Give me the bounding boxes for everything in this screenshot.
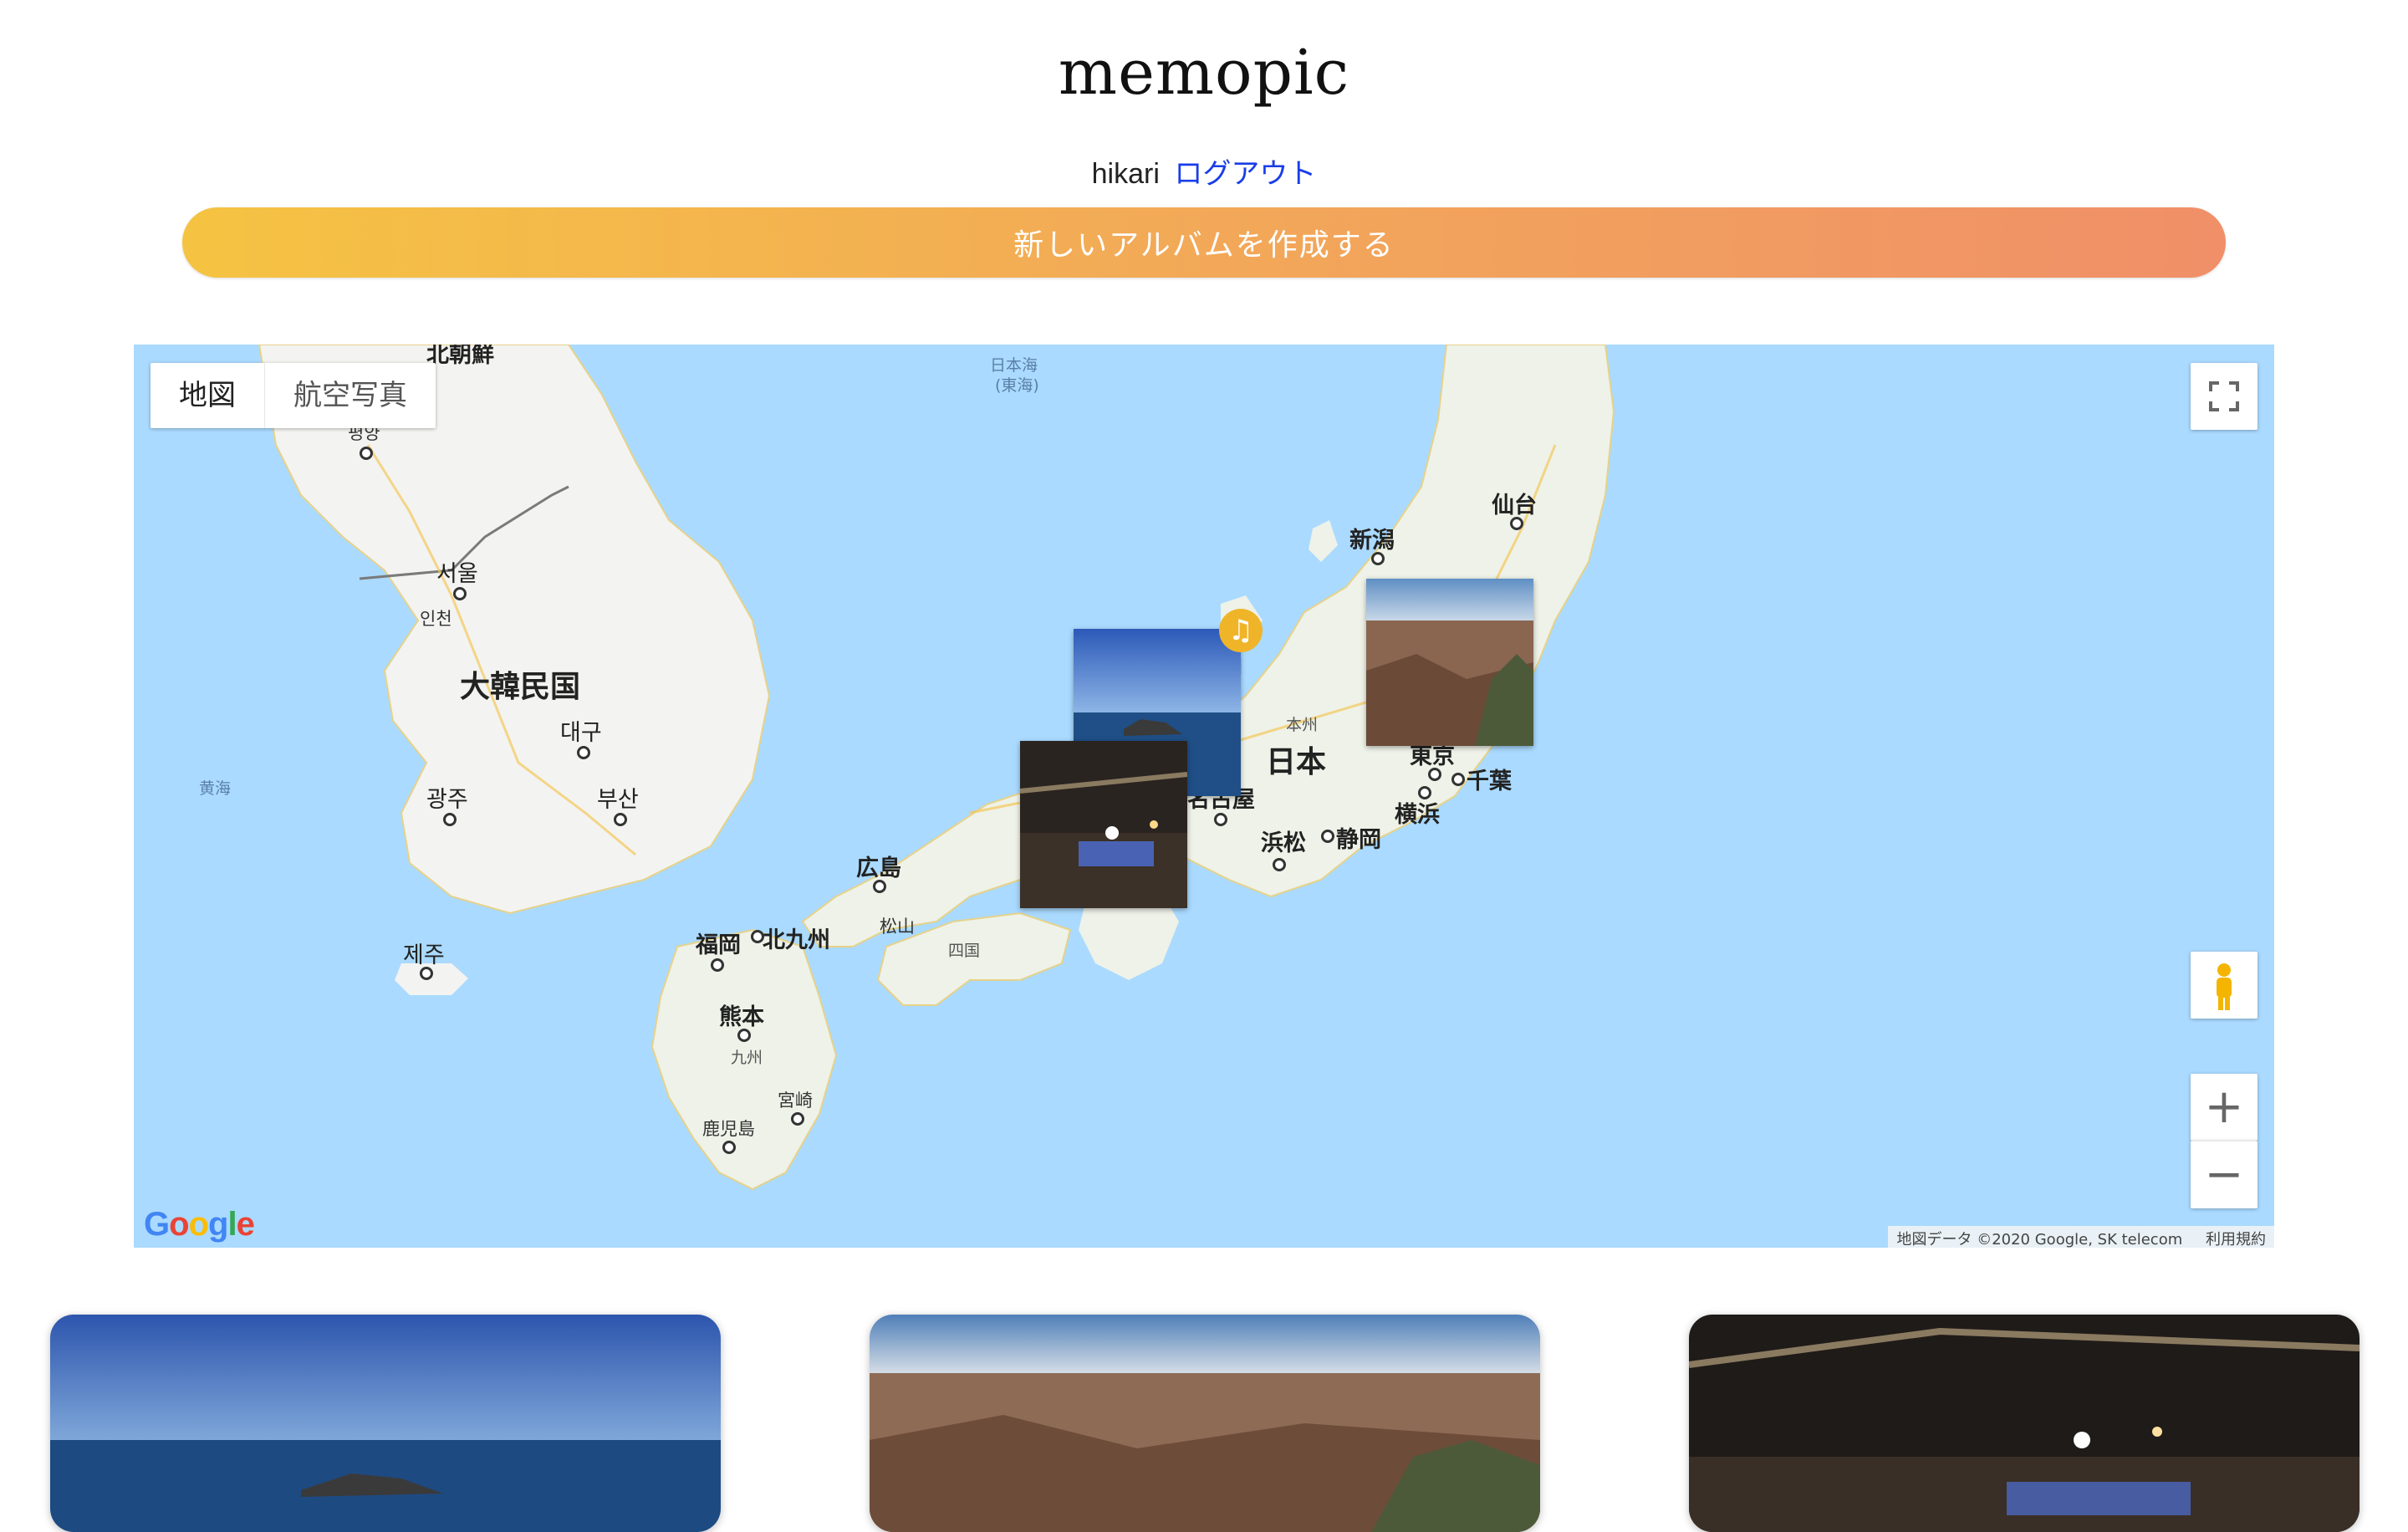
sado-island [1309,520,1338,562]
city-dot-jeju [420,967,433,980]
label-kitakyushu: 北九州 [763,927,830,953]
city-dot-hamamatsu [1273,858,1286,871]
zoom-in-button[interactable]: + [2191,1074,2258,1141]
label-hiroshima: 広島 [856,855,901,881]
street-view-pegman[interactable] [2191,952,2258,1019]
create-album-button[interactable]: 新しいアルバムを作成する [182,207,2226,278]
city-dot-kitakyushu [751,930,764,943]
label-yellow-sea: 黄海 [199,779,232,798]
label-sendai: 仙台 [1492,493,1537,518]
label-shizuoka: 静岡 [1336,827,1381,853]
pegman-icon [2217,963,2232,1010]
album-cover-ocean [50,1315,721,1532]
city-dot-pyongyang [360,447,373,460]
photo-marker-night[interactable] [1020,741,1187,908]
app-title: memopic [1058,37,1350,109]
label-kumamoto: 熊本 [719,1004,764,1030]
map-type-satellite-button[interactable]: 航空写真 [264,363,436,428]
label-incheon: 인천 [420,609,452,629]
label-north-korea: 北朝鮮 [426,345,494,368]
city-dot-daegu [577,746,590,759]
city-dot-kagoshima [722,1141,736,1154]
label-matsuyama: 松山 [880,917,915,937]
label-chiba: 千葉 [1467,769,1512,794]
terms-link[interactable]: 利用規約 [2206,1231,2266,1248]
map-type-map-button[interactable]: 地図 [150,363,264,428]
map-type-control[interactable]: 地図 航空写真 [150,363,436,428]
label-fukuoka: 福岡 [696,932,741,958]
label-shikoku: 四国 [948,942,981,960]
city-dot-gwangju [443,813,457,826]
label-east-sea: (東海) [995,376,1039,395]
label-seoul: 서울 [436,561,478,587]
photo-marker-canyon[interactable] [1366,579,1533,746]
label-yokohama: 横浜 [1395,802,1440,828]
city-dot-nagoya [1214,813,1227,826]
zoom-out-button[interactable]: − [2191,1141,2258,1208]
album-card[interactable] [870,1315,1540,1532]
map-view[interactable]: 北朝鮮 평양 서울 인천 大韓民国 대구 광주 부산 제주 黄海 日本海 (東海… [134,345,2274,1248]
label-hamamatsu: 浜松 [1261,830,1306,856]
label-korea: 大韓民国 [460,670,581,704]
city-dot-busan [614,813,627,826]
label-honshu: 本州 [1286,716,1319,734]
label-sea-of-japan: 日本海 [990,356,1038,375]
city-dot-yokohama [1418,786,1431,799]
label-kyushu: 九州 [731,1049,763,1067]
label-kagoshima: 鹿児島 [702,1119,755,1139]
city-dot-sendai [1510,517,1523,530]
plus-icon: + [2204,1080,2244,1134]
album-cover-canyon [870,1315,1540,1532]
label-jeju: 제주 [403,942,445,968]
attribution-text: 地図データ ©2020 Google, SK telecom [1896,1231,2183,1248]
city-dot-shizuoka [1321,830,1334,843]
label-miyazaki: 宮崎 [778,1090,813,1111]
city-dot-niigata [1371,552,1385,565]
city-dot-hiroshima [873,880,886,893]
city-dot-fukuoka [711,958,724,972]
korea-landmass [258,345,771,915]
fullscreen-icon [2209,381,2239,411]
minus-icon: − [2204,1147,2244,1202]
music-note-icon[interactable]: ♫ [1219,609,1263,652]
city-dot-chiba [1451,773,1465,786]
canyon-photo-thumbnail [1366,579,1533,746]
username: hikari [1091,158,1160,190]
album-card[interactable] [50,1315,721,1532]
city-dot-miyazaki [791,1112,804,1126]
logout-link[interactable]: ログアウト [1174,158,1316,190]
label-niigata: 新潟 [1349,528,1395,554]
album-cover-night-market [1689,1315,2360,1532]
night-photo-thumbnail [1020,741,1187,908]
city-dot-kumamoto [737,1029,751,1042]
fullscreen-button[interactable] [2191,363,2258,430]
user-bar: hikari ログアウト [0,151,2408,192]
city-dot-tokyo [1428,768,1441,781]
label-busan: 부산 [597,787,639,813]
google-logo: Google [144,1206,255,1243]
label-japan: 日本 [1266,745,1327,779]
city-dot-seoul [453,587,467,600]
album-card[interactable] [1689,1315,2360,1532]
label-gwangju: 광주 [426,787,468,813]
map-attribution: 地図データ ©2020 Google, SK telecom 利用規約 [1888,1226,2274,1248]
label-daegu: 대구 [560,720,602,746]
